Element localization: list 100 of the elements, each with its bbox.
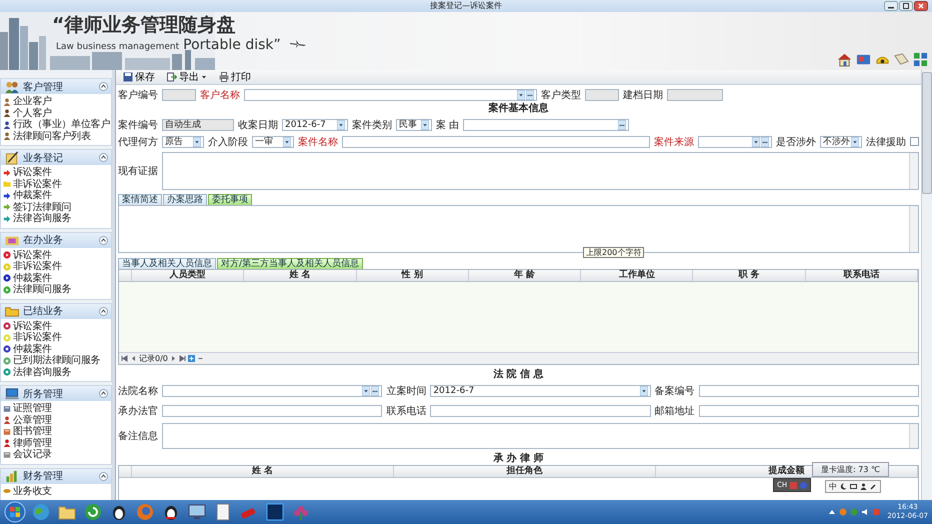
text-field[interactable] <box>342 136 650 148</box>
first-page-icon[interactable] <box>121 355 128 362</box>
dropdown-field[interactable]: 原告 <box>162 136 204 148</box>
nav-link[interactable]: 非诉讼案件 <box>13 261 62 272</box>
collapse-icon[interactable] <box>99 153 108 162</box>
column-header[interactable]: 姓 名 <box>132 466 394 477</box>
toolbar-button[interactable]: 保存 <box>120 70 158 84</box>
moon-icon[interactable] <box>840 483 847 490</box>
dropdown-field[interactable] <box>698 136 772 148</box>
tab[interactable]: 办案思路 <box>163 194 207 205</box>
nav-link[interactable]: 非诉讼案件 <box>13 178 62 190</box>
toolbar-button[interactable]: 打印 <box>216 70 254 84</box>
scrollbar[interactable] <box>921 70 932 500</box>
text-field[interactable] <box>162 88 196 100</box>
text-field[interactable] <box>667 88 723 100</box>
home-icon[interactable] <box>837 52 852 67</box>
tiles-icon[interactable] <box>913 52 928 67</box>
nav-link[interactable]: 法律咨询服务 <box>13 366 72 378</box>
dropdown-icon[interactable] <box>640 386 648 396</box>
ellipsis-icon[interactable] <box>526 90 534 100</box>
dropdown-field[interactable]: 2012-6-7 <box>430 384 651 396</box>
refresh-icon[interactable] <box>82 502 104 522</box>
dropdown-icon[interactable] <box>851 136 859 146</box>
toolbar-button[interactable]: 导出 <box>164 70 210 84</box>
collapse-icon[interactable] <box>99 389 108 398</box>
text-field[interactable] <box>430 404 651 416</box>
nav-link[interactable]: 行政（事业）单位客户 <box>13 119 110 130</box>
column-header[interactable]: 性 别 <box>356 270 469 281</box>
nav-link[interactable]: 法律顾问服务 <box>13 284 72 296</box>
dropdown-field[interactable]: 2012-6-7 <box>282 118 348 130</box>
dropdown-field[interactable]: 不涉外 <box>820 136 862 148</box>
dropdown-icon[interactable] <box>283 136 291 146</box>
dropdown-icon[interactable] <box>193 136 201 146</box>
nav-link[interactable]: 证照管理 <box>13 403 52 414</box>
last-page-icon[interactable] <box>178 355 186 362</box>
nav-link[interactable]: 仲裁案件 <box>13 272 52 284</box>
column-header[interactable]: 联系电话 <box>806 270 918 281</box>
remove-icon[interactable] <box>196 355 204 362</box>
ellipsis-icon[interactable] <box>371 386 380 396</box>
nav-link[interactable]: 法律顾问客户列表 <box>13 130 91 142</box>
dropdown-icon[interactable] <box>517 90 525 100</box>
dropdown-icon[interactable] <box>752 136 760 146</box>
panel-header[interactable]: 在办业务 <box>1 232 111 248</box>
nav-link[interactable]: 法律咨询服务 <box>13 213 72 224</box>
column-header[interactable]: 担任角色 <box>394 466 656 477</box>
dropdown-icon[interactable] <box>337 120 345 130</box>
minimize-button[interactable] <box>884 1 898 11</box>
collapse-icon[interactable] <box>99 306 108 316</box>
column-header[interactable]: 工作单位 <box>581 270 694 281</box>
dropdown-icon[interactable] <box>421 120 429 130</box>
nav-link[interactable]: 个人客户 <box>13 108 52 119</box>
ellipsis-icon[interactable] <box>618 120 626 130</box>
tab[interactable]: 案情简述 <box>118 194 162 205</box>
collapse-icon[interactable] <box>99 82 108 91</box>
dropdown-field[interactable]: 民事 <box>396 118 432 130</box>
panel-header[interactable]: 已结业务 <box>1 304 111 318</box>
nav-link[interactable]: 仲裁案件 <box>13 190 52 202</box>
next-page-icon[interactable] <box>170 355 177 362</box>
nav-link[interactable]: 仲裁案件 <box>13 344 52 355</box>
nav-link[interactable]: 签订法律顾问 <box>13 202 72 213</box>
volume-icon[interactable] <box>861 508 870 516</box>
nav-link[interactable]: 业务收支 <box>13 486 52 497</box>
column-header[interactable]: 职 务 <box>693 270 806 281</box>
person-icon[interactable] <box>860 483 867 490</box>
nav-link[interactable]: 会议记录 <box>13 449 52 460</box>
nav-link[interactable]: 公章管理 <box>13 414 52 426</box>
collapse-icon[interactable] <box>99 236 108 244</box>
panel-header[interactable]: 所务管理 <box>1 386 111 401</box>
ellipsis-icon[interactable] <box>761 136 769 146</box>
dropdown-icon[interactable] <box>362 386 370 396</box>
text-field[interactable] <box>585 88 619 100</box>
column-header[interactable]: 年 龄 <box>468 270 582 281</box>
column-header[interactable]: 姓 名 <box>244 270 357 281</box>
input-method-bar[interactable]: 中 <box>825 480 881 493</box>
panel-header[interactable]: 财务管理 <box>1 468 111 484</box>
tab[interactable]: 委托事项 <box>208 194 252 205</box>
nav-link[interactable]: 非诉讼案件 <box>13 332 62 344</box>
dropdown-field[interactable]: 一审 <box>252 136 294 148</box>
nav-link[interactable]: 诉讼案件 <box>13 320 52 332</box>
tab[interactable]: 对方/第三方当事人及相关人员信息 <box>217 258 364 269</box>
nav-link[interactable]: 诉讼案件 <box>13 250 52 261</box>
add-icon[interactable] <box>188 355 195 362</box>
nav-link[interactable]: 律师管理 <box>13 438 52 449</box>
tab[interactable]: 当事人及相关人员信息 <box>118 258 216 269</box>
show-hidden-icon[interactable] <box>828 508 836 516</box>
nav-link[interactable]: 图书管理 <box>13 426 52 438</box>
card-icon[interactable] <box>856 52 871 67</box>
dropdown-field[interactable] <box>162 384 382 396</box>
text-field[interactable] <box>698 384 919 396</box>
column-header[interactable]: 人员类型 <box>132 270 244 281</box>
collapse-icon[interactable] <box>99 472 108 480</box>
close-button[interactable] <box>914 1 928 11</box>
panel-header[interactable]: 客户管理 <box>1 79 111 94</box>
monitor-icon[interactable] <box>186 502 208 522</box>
checkbox[interactable] <box>910 137 919 146</box>
nav-link[interactable]: 诉讼案件 <box>13 167 52 178</box>
nav-link[interactable]: 企业客户 <box>13 96 52 108</box>
panel-header[interactable]: 业务登记 <box>1 150 111 165</box>
lookup-field[interactable] <box>463 118 629 130</box>
previous-page-icon[interactable] <box>130 355 137 362</box>
